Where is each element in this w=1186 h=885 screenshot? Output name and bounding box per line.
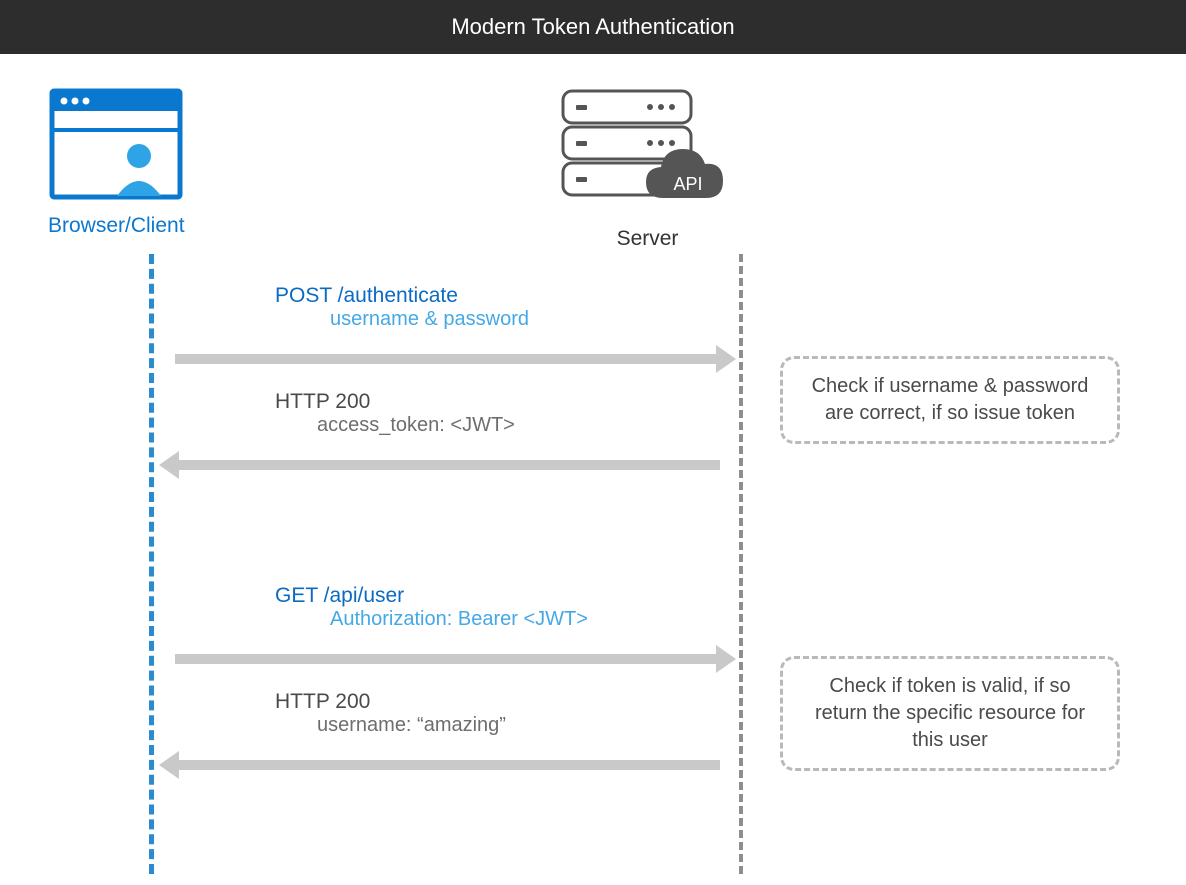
server-note-issue-token: Check if username & password are correct… bbox=[780, 356, 1120, 444]
diagram-canvas: Browser/Client API Server bbox=[0, 54, 1186, 885]
arrow-api-response bbox=[175, 760, 720, 770]
message-title: HTTP 200 bbox=[275, 390, 775, 414]
diagram-title-bar: Modern Token Authentication bbox=[0, 0, 1186, 54]
actor-server-label: Server bbox=[560, 227, 735, 251]
message-title: GET /api/user bbox=[275, 584, 775, 608]
api-cloud-icon: API bbox=[646, 149, 723, 198]
message-api-response: HTTP 200 username: “amazing” bbox=[275, 690, 775, 737]
message-api-request: GET /api/user Authorization: Bearer <JWT… bbox=[275, 584, 775, 631]
message-subtitle: username: “amazing” bbox=[275, 714, 775, 737]
message-auth-response: HTTP 200 access_token: <JWT> bbox=[275, 390, 775, 437]
message-title: POST /authenticate bbox=[275, 284, 775, 308]
message-title: HTTP 200 bbox=[275, 690, 775, 714]
diagram-title: Modern Token Authentication bbox=[451, 14, 734, 40]
server-note-validate-token: Check if token is valid, if so return th… bbox=[780, 656, 1120, 771]
message-subtitle: access_token: <JWT> bbox=[275, 414, 775, 437]
arrow-api-request bbox=[175, 654, 720, 664]
browser-client-icon bbox=[49, 88, 184, 203]
server-stack-icon: API bbox=[560, 88, 735, 218]
arrow-auth-response bbox=[175, 460, 720, 470]
actor-client-label: Browser/Client bbox=[48, 214, 185, 238]
actor-browser-client: Browser/Client bbox=[48, 88, 185, 238]
message-subtitle: username & password bbox=[275, 308, 775, 331]
actor-server: API Server bbox=[560, 88, 735, 251]
svg-text:API: API bbox=[673, 174, 702, 194]
message-auth-request: POST /authenticate username & password bbox=[275, 284, 775, 331]
message-subtitle: Authorization: Bearer <JWT> bbox=[275, 608, 775, 631]
arrow-auth-request bbox=[175, 354, 720, 364]
